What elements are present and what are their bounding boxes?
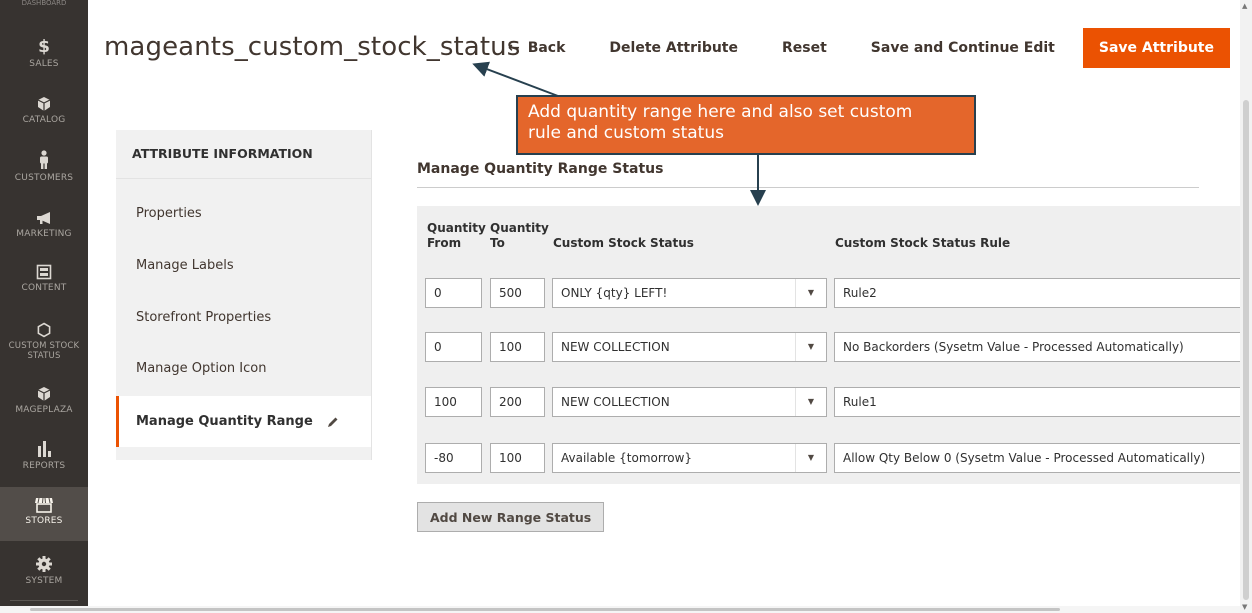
annotation-arrows (472, 61, 766, 206)
vertical-scrollbar[interactable]: ▲ ▼ (1240, 0, 1252, 613)
annotation-arrow-to-title (472, 61, 559, 97)
annotation-text-line-2: rule and custom status (528, 123, 724, 143)
annotation-text-line-1: Add quantity range here and also set cus… (528, 102, 913, 122)
horizontal-scrollbar[interactable] (0, 606, 1240, 613)
scroll-up-icon[interactable]: ▲ (1242, 2, 1247, 10)
annotation-callout: Add quantity range here and also set cus… (516, 95, 976, 155)
scroll-down-icon[interactable]: ▼ (1242, 603, 1247, 611)
scrollbar-thumb[interactable] (1243, 100, 1249, 600)
horizontal-scrollbar-thumb[interactable] (30, 608, 1060, 611)
